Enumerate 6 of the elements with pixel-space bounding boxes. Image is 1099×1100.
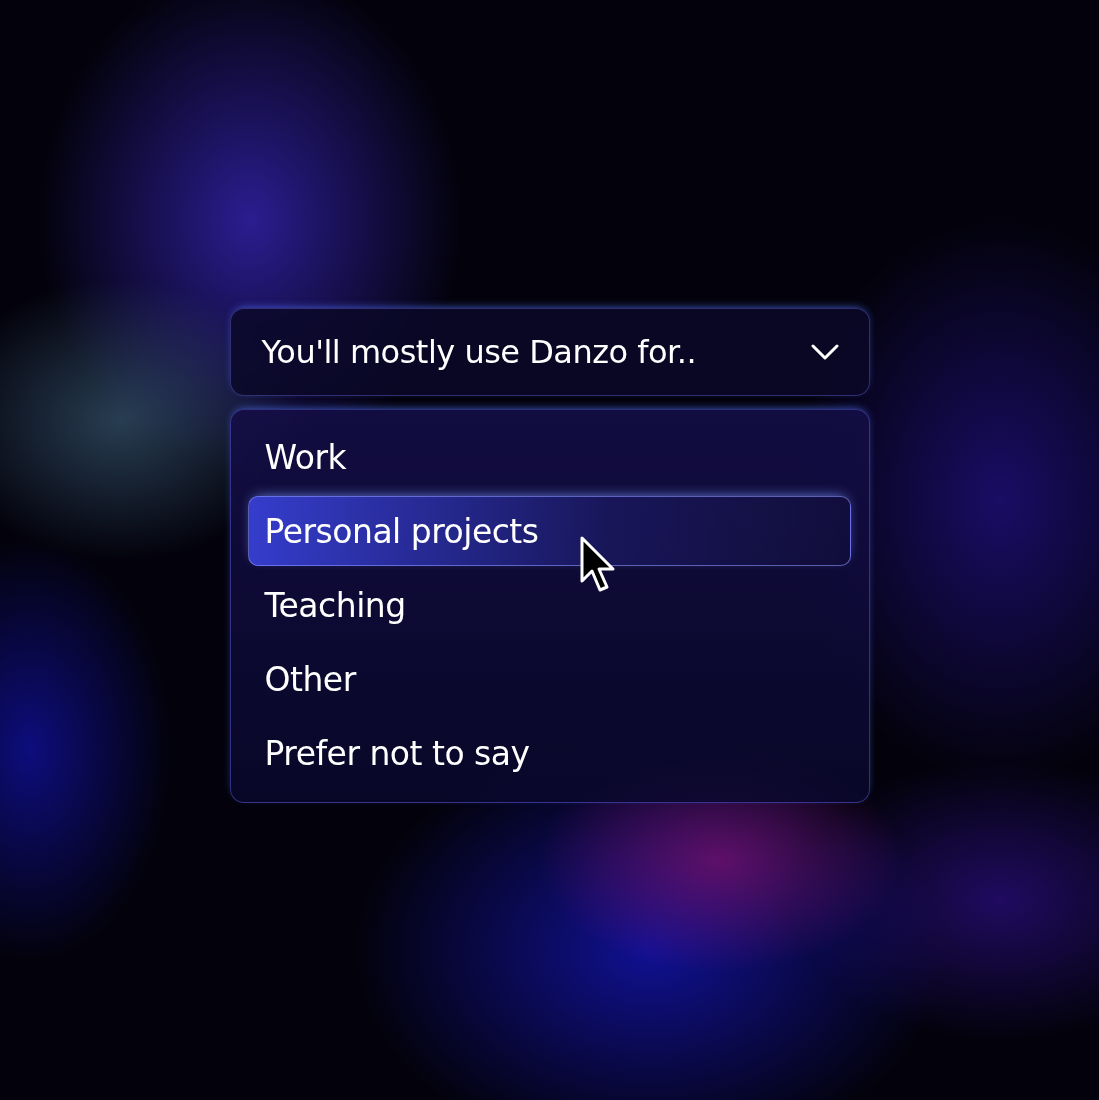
menu-option[interactable]: Work bbox=[247, 422, 851, 492]
menu-option[interactable]: Other bbox=[247, 644, 851, 714]
chevron-icon bbox=[810, 344, 839, 360]
menu-option[interactable]: Prefer not to say bbox=[247, 718, 851, 788]
menu-option[interactable]: Teaching bbox=[247, 570, 851, 640]
dropdown-field[interactable]: You'll mostly use Danzo for.. bbox=[229, 308, 870, 396]
